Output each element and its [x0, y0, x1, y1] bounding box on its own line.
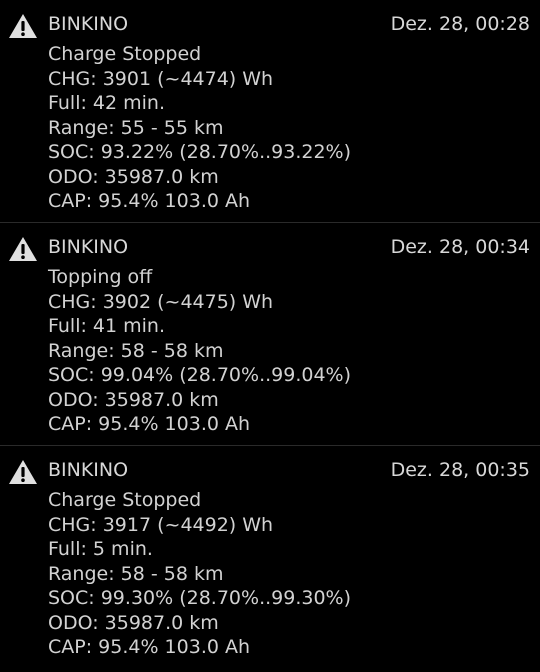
notification-time: Dez. 28, 00:34: [390, 236, 530, 258]
warning-icon: [9, 237, 37, 261]
time-to-full-line: Full: 5 min.: [48, 538, 153, 560]
warning-icon: [9, 460, 37, 484]
app-name: BINKINO: [48, 236, 129, 258]
notification-time: Dez. 28, 00:35: [390, 459, 530, 481]
notification-body: Charge Stopped CHG: 3917 (~4492) Wh Full…: [48, 488, 351, 660]
odometer-line: ODO: 35987.0 km: [48, 611, 219, 634]
soc-line: SOC: 93.22% (28.70%..93.22%): [48, 141, 352, 163]
notification-item[interactable]: BINKINO Dez. 28, 00:34 Topping off CHG: …: [0, 223, 540, 446]
notification-title: Charge Stopped: [48, 489, 202, 511]
notification-title: Charge Stopped: [48, 43, 202, 65]
app-name: BINKINO: [48, 459, 129, 481]
range-line: Range: 55 - 55 km: [48, 116, 224, 139]
charge-energy-line: CHG: 3917 (~4492) Wh: [48, 513, 274, 536]
notification-body: Charge Stopped CHG: 3901 (~4474) Wh Full…: [48, 42, 351, 214]
odometer-line: ODO: 35987.0 km: [48, 165, 219, 188]
capacity-line: CAP: 95.4% 103.0 Ah: [48, 190, 251, 212]
range-line: Range: 58 - 58 km: [48, 339, 224, 362]
charge-energy-line: CHG: 3902 (~4475) Wh: [48, 290, 274, 313]
odometer-line: ODO: 35987.0 km: [48, 388, 219, 411]
notification-list: BINKINO Dez. 28, 00:28 Charge Stopped CH…: [0, 0, 540, 669]
time-to-full-line: Full: 41 min.: [48, 315, 166, 337]
notification-time: Dez. 28, 00:28: [390, 13, 530, 35]
warning-icon: [9, 14, 37, 38]
app-name: BINKINO: [48, 13, 129, 35]
soc-line: SOC: 99.30% (28.70%..99.30%): [48, 587, 352, 609]
notification-title: Topping off: [48, 266, 153, 288]
soc-line: SOC: 99.04% (28.70%..99.04%): [48, 364, 352, 386]
time-to-full-line: Full: 42 min.: [48, 92, 166, 114]
capacity-line: CAP: 95.4% 103.0 Ah: [48, 636, 251, 658]
range-line: Range: 58 - 58 km: [48, 562, 224, 585]
notification-item[interactable]: BINKINO Dez. 28, 00:35 Charge Stopped CH…: [0, 446, 540, 669]
capacity-line: CAP: 95.4% 103.0 Ah: [48, 413, 251, 435]
charge-energy-line: CHG: 3901 (~4474) Wh: [48, 67, 274, 90]
notification-body: Topping off CHG: 3902 (~4475) Wh Full: 4…: [48, 265, 351, 437]
notification-item[interactable]: BINKINO Dez. 28, 00:28 Charge Stopped CH…: [0, 0, 540, 223]
